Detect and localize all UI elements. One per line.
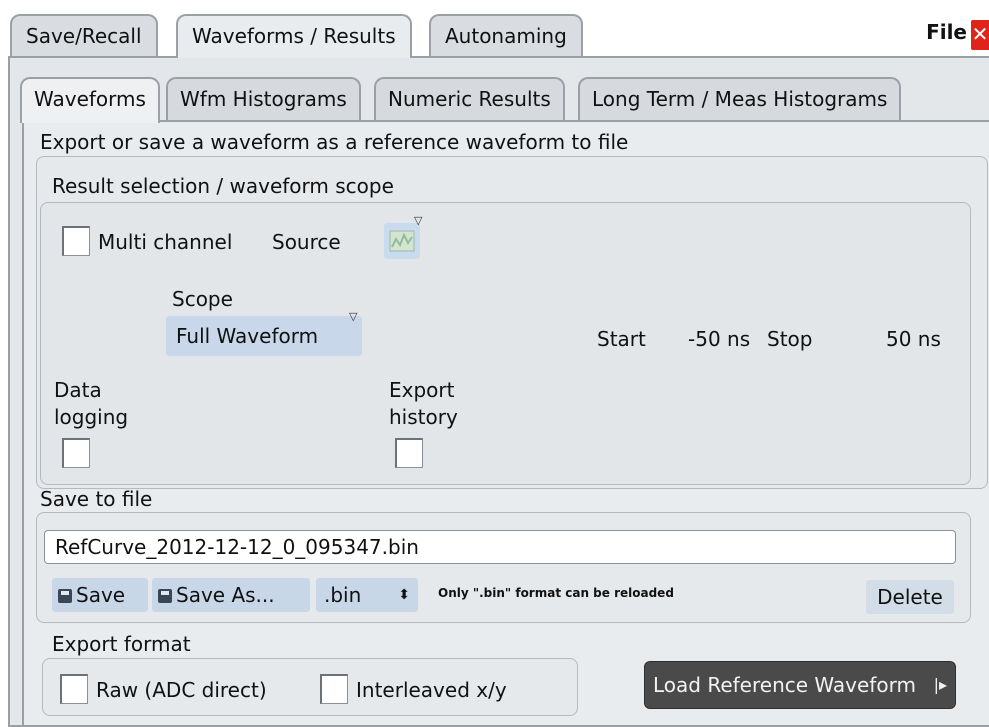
stop-label: Stop	[767, 327, 813, 351]
multi-channel-label: Multi channel	[98, 230, 233, 254]
export-group-title: Export format	[52, 632, 191, 656]
format-select[interactable]: .bin ⬍	[316, 578, 418, 612]
load-button-label: Load Reference Waveform	[653, 673, 916, 697]
file-label: File	[926, 20, 967, 44]
result-group-title: Result selection / waveform scope	[52, 174, 394, 198]
source-select[interactable]	[384, 223, 420, 259]
format-value: .bin	[324, 583, 362, 607]
submenu-arrow-icon: |▸	[933, 675, 947, 694]
floppy-icon	[158, 589, 172, 603]
raw-adc-label: Raw (ADC direct)	[96, 678, 267, 702]
section-title: Export or save a waveform as a reference…	[40, 130, 629, 154]
start-label: Start	[597, 327, 646, 351]
interleaved-label: Interleaved x/y	[356, 678, 507, 702]
save-button[interactable]: Save	[52, 578, 148, 612]
interleaved-checkbox[interactable]	[320, 674, 348, 704]
data-logging-label-line1: Data	[54, 378, 102, 402]
save-as-button-label: Save As...	[176, 583, 275, 607]
multi-channel-checkbox[interactable]	[62, 226, 90, 256]
stop-value[interactable]: 50 ns	[886, 327, 941, 351]
format-note: Only ".bin" format can be reloaded	[438, 586, 674, 600]
data-logging-label-line2: logging	[54, 405, 129, 429]
tab-waveforms[interactable]: Waveforms	[20, 77, 160, 123]
scope-select[interactable]: Full Waveform	[166, 316, 362, 356]
filename-field[interactable]: RefCurve_2012-12-12_0_095347.bin	[44, 530, 956, 564]
tab-autonaming[interactable]: Autonaming	[429, 14, 583, 58]
scope-label: Scope	[172, 287, 233, 311]
delete-button[interactable]: Delete	[866, 580, 954, 614]
save-group-title: Save to file	[40, 487, 153, 511]
export-history-checkbox[interactable]	[395, 438, 423, 468]
floppy-icon	[58, 589, 72, 603]
tab-numeric-results[interactable]: Numeric Results	[374, 77, 565, 121]
waveform-icon	[389, 230, 415, 252]
scope-dropdown-arrow-icon: ▽	[349, 310, 358, 323]
save-as-button[interactable]: Save As...	[152, 578, 310, 612]
tab-waveforms-results[interactable]: Waveforms / Results	[176, 14, 412, 58]
source-dropdown-arrow-icon: ▽	[414, 214, 423, 227]
raw-adc-checkbox[interactable]	[60, 674, 88, 704]
stepper-icon: ⬍	[398, 587, 410, 603]
close-icon[interactable]: ✕	[971, 20, 989, 50]
export-history-label-line1: Export	[389, 378, 455, 402]
tab-long-term-meas-histograms[interactable]: Long Term / Meas Histograms	[578, 77, 902, 121]
save-button-label: Save	[76, 583, 126, 607]
scope-value: Full Waveform	[176, 324, 319, 348]
start-value[interactable]: -50 ns	[688, 327, 750, 351]
tab-wfm-histograms[interactable]: Wfm Histograms	[166, 77, 361, 121]
load-reference-waveform-button[interactable]: Load Reference Waveform |▸	[644, 661, 956, 709]
export-history-label-line2: history	[389, 405, 458, 429]
data-logging-checkbox[interactable]	[62, 438, 90, 468]
tab-save-recall[interactable]: Save/Recall	[10, 14, 158, 58]
source-label: Source	[272, 230, 341, 254]
